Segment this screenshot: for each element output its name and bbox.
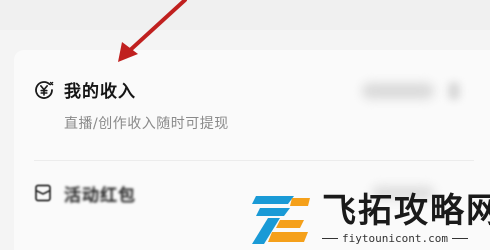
top-section-edge — [0, 0, 490, 30]
my-income-title: 我的收入 — [64, 82, 136, 102]
screen: 我的收入 直播/创作收入随时可提现 活动红包 飞拓攻略网 fiytounicon… — [0, 0, 490, 250]
watermark-logo-icon — [252, 196, 310, 244]
watermark: 飞拓攻略网 fiytounicont.com — [250, 188, 490, 250]
my-income-subtitle: 直播/创作收入随时可提现 — [64, 116, 229, 132]
divider — [34, 160, 474, 161]
chevron-right-icon[interactable] — [448, 82, 460, 100]
watermark-dash-left — [322, 238, 338, 239]
red-packet-title[interactable]: 活动红包 — [64, 181, 136, 206]
yuan-coin-icon — [35, 81, 54, 99]
watermark-dash-right — [451, 238, 468, 239]
watermark-url-line: fiytounicont.com — [322, 232, 490, 245]
watermark-url: fiytounicont.com — [342, 232, 448, 245]
watermark-brand: 飞拓攻略网 — [322, 191, 490, 231]
income-value-blurred — [362, 83, 434, 99]
red-packet-icon — [35, 184, 51, 202]
